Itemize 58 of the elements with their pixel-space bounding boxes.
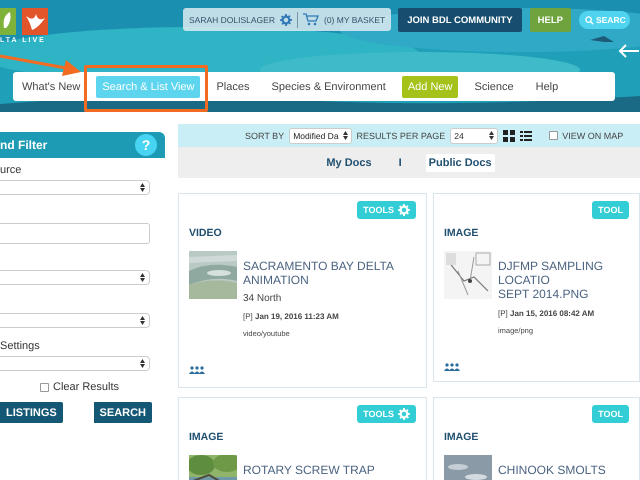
nav-item[interactable]: What's New xyxy=(16,76,86,98)
sort-label: SORT BY xyxy=(245,130,284,140)
item-type: VIDEO xyxy=(189,227,223,239)
checkbox-label: Clear Results xyxy=(53,381,120,393)
nav-item[interactable]: Science xyxy=(468,76,520,98)
sort-select[interactable]: Modified Da xyxy=(289,128,352,144)
select-field[interactable] xyxy=(0,180,150,195)
item-title[interactable]: SACRAMENTO BAY DELTA ANIMATION xyxy=(243,259,416,287)
people-icon xyxy=(189,366,205,374)
cart-icon[interactable] xyxy=(302,13,319,26)
item-type: IMAGE xyxy=(444,431,480,443)
nav-item[interactable]: Places xyxy=(210,76,256,98)
updown-arrows-icon xyxy=(342,131,348,140)
item-title[interactable]: DJFMP SAMPLING LOCATIO xyxy=(498,259,629,287)
item-source: 34 North xyxy=(243,293,282,304)
docs-tab[interactable]: Public Docs xyxy=(426,154,495,172)
checkbox[interactable] xyxy=(40,382,49,392)
per-page-label: RESULTS PER PAGE xyxy=(356,130,446,140)
field-label: urce xyxy=(0,164,22,176)
docs-tab[interactable]: My Docs xyxy=(323,154,375,172)
search-icon xyxy=(584,16,594,24)
action-button[interactable]: LISTINGS xyxy=(0,402,63,423)
input-field[interactable] xyxy=(0,223,150,244)
item-title[interactable]: ROTARY SCREW TRAP xyxy=(243,463,375,477)
updown-arrows-icon xyxy=(140,316,145,325)
select-field[interactable] xyxy=(0,356,150,371)
checkbox[interactable] xyxy=(549,131,558,140)
action-button[interactable]: SEARCH xyxy=(94,402,152,423)
item-title[interactable]: SEPT 2014.PNG xyxy=(498,287,629,301)
people-icon xyxy=(444,363,460,371)
updown-arrows-icon xyxy=(140,273,145,282)
gear-icon xyxy=(398,204,410,216)
grid-view-icon[interactable] xyxy=(503,130,516,142)
checkbox-label: VIEW ON MAP xyxy=(562,130,624,140)
panel-title: nd Filter xyxy=(0,138,48,152)
item-type: IMAGE xyxy=(444,227,480,239)
per-page-select[interactable]: 24 xyxy=(450,128,498,144)
select-field[interactable] xyxy=(0,313,150,328)
logo-drawing[interactable] xyxy=(0,8,48,35)
nav-item[interactable]: Species & Environment xyxy=(266,76,392,98)
user-name[interactable]: SARAH DOLISLAGER xyxy=(189,14,275,24)
tab-separator: I xyxy=(398,156,402,168)
basket-link[interactable]: (0) MY BASKET xyxy=(324,14,386,24)
item-title[interactable]: CHINOOK SMOLTS xyxy=(498,463,606,477)
updown-arrows-icon xyxy=(489,131,494,140)
field-label: Settings xyxy=(0,340,40,352)
updown-arrows-icon xyxy=(140,183,145,192)
item-date: [P] Jan 19, 2016 11:23 AM xyxy=(243,312,340,321)
item-date: [P] Jan 15, 2016 08:42 AM xyxy=(498,309,596,318)
list-view-icon[interactable] xyxy=(520,130,532,142)
item-type: IMAGE xyxy=(189,431,224,443)
select-field[interactable] xyxy=(0,270,150,285)
gear-icon xyxy=(280,14,292,26)
gear-icon xyxy=(398,408,410,420)
updown-arrows-icon xyxy=(140,359,145,368)
back-arrow-icon[interactable] xyxy=(618,44,640,58)
nav-item[interactable]: Help xyxy=(530,76,564,98)
join-button[interactable]: JOIN BDL COMMUNITY xyxy=(398,8,522,32)
